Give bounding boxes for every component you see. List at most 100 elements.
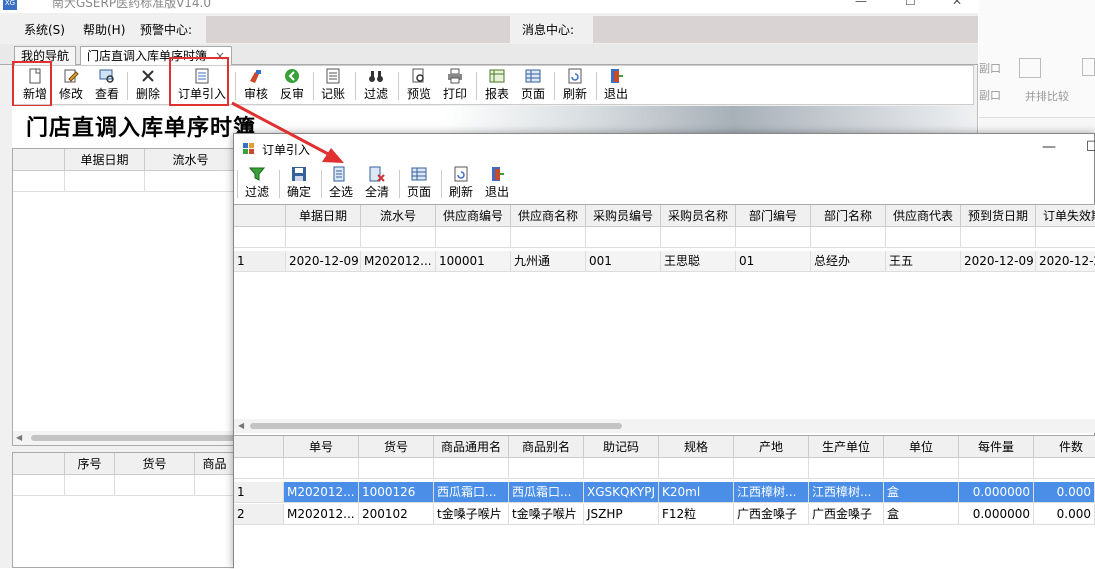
- filter-cell[interactable]: [884, 458, 959, 479]
- grid-header[interactable]: 序号: [65, 453, 115, 475]
- filter-cell[interactable]: [736, 227, 811, 248]
- filter-cell[interactable]: [959, 458, 1034, 479]
- preview-button[interactable]: 预览: [405, 68, 433, 104]
- filter-cell[interactable]: [234, 227, 286, 248]
- message-center-box[interactable]: [593, 16, 978, 43]
- filter-cell[interactable]: [809, 458, 884, 479]
- edit-button[interactable]: 修改: [57, 68, 85, 104]
- filter-cell[interactable]: [584, 458, 659, 479]
- filter-cell[interactable]: [65, 475, 115, 496]
- filter-cell[interactable]: [886, 227, 961, 248]
- grid-header[interactable]: 单据日期: [65, 149, 145, 171]
- grid-header[interactable]: 采购员编号: [586, 205, 661, 227]
- dialog-filter-button[interactable]: 过滤: [243, 166, 271, 202]
- grid-header[interactable]: 流水号: [145, 149, 233, 171]
- filter-cell[interactable]: [1036, 227, 1095, 248]
- filter-cell[interactable]: [661, 227, 736, 248]
- view-button[interactable]: 查看: [93, 68, 121, 104]
- filter-cell[interactable]: [811, 227, 886, 248]
- filter-cell[interactable]: [509, 458, 584, 479]
- scrollbar-thumb[interactable]: [31, 435, 233, 441]
- ribbon-icon[interactable]: [1082, 58, 1095, 76]
- horizontal-scrollbar[interactable]: ◀: [13, 431, 233, 445]
- filter-cell[interactable]: [961, 227, 1036, 248]
- dialog-maximize-icon[interactable]: ☐: [1086, 139, 1095, 155]
- grid-header[interactable]: 货号: [359, 436, 434, 458]
- grid-header[interactable]: 部门名称: [811, 205, 886, 227]
- menu-system[interactable]: 系统(S): [24, 21, 65, 38]
- page-button[interactable]: 页面: [519, 68, 547, 104]
- refresh-button[interactable]: 刷新: [561, 68, 589, 104]
- filter-cell[interactable]: [734, 458, 809, 479]
- main-grid-top[interactable]: 单据日期 流水号 ◀: [12, 148, 234, 446]
- filter-cell[interactable]: [434, 458, 509, 479]
- grid-header[interactable]: 订单失效期: [1036, 205, 1095, 227]
- side-by-side-label[interactable]: 并排比较: [1025, 88, 1069, 104]
- print-button[interactable]: 打印: [441, 68, 469, 104]
- grid-header[interactable]: 商品: [195, 453, 233, 475]
- filter-cell[interactable]: [195, 475, 233, 496]
- dialog-clear-all-button[interactable]: 全清: [363, 166, 391, 202]
- side-by-side-icon[interactable]: [1019, 58, 1041, 78]
- filter-cell[interactable]: [286, 227, 361, 248]
- dialog-confirm-button[interactable]: 确定: [285, 166, 313, 202]
- filter-cell[interactable]: [65, 171, 145, 192]
- close-icon[interactable]: ✕: [952, 0, 962, 8]
- grid-header[interactable]: 供应商名称: [511, 205, 586, 227]
- grid-header[interactable]: 每件量: [959, 436, 1034, 458]
- grid-header[interactable]: 件数: [1034, 436, 1095, 458]
- post-button[interactable]: 记账: [319, 68, 347, 104]
- grid-header[interactable]: 单位: [884, 436, 959, 458]
- grid-header[interactable]: 供应商编号: [436, 205, 511, 227]
- filter-cell[interactable]: [359, 458, 434, 479]
- warning-center-box[interactable]: [206, 16, 510, 43]
- order-detail-grid[interactable]: 单号 货号 商品通用名 商品别名 助记码 规格 产地 生产单位 单位 每件量 件…: [234, 435, 1095, 569]
- grid-header[interactable]: 单号: [284, 436, 359, 458]
- grid-header[interactable]: 部门编号: [736, 205, 811, 227]
- grid-header[interactable]: 预到货日期: [961, 205, 1036, 227]
- grid-header[interactable]: 规格: [659, 436, 734, 458]
- grid-header[interactable]: 商品通用名: [434, 436, 509, 458]
- scroll-left-icon[interactable]: ◀: [16, 431, 22, 445]
- filter-cell[interactable]: [436, 227, 511, 248]
- horizontal-scrollbar[interactable]: ◀: [234, 419, 1095, 433]
- delete-button[interactable]: 删除: [134, 68, 162, 104]
- maximize-icon[interactable]: ☐: [905, 0, 916, 8]
- dialog-exit-button[interactable]: 退出: [483, 166, 511, 202]
- grid-header[interactable]: 货号: [115, 453, 195, 475]
- menu-help[interactable]: 帮助(H): [83, 21, 125, 38]
- filter-cell[interactable]: [1034, 458, 1095, 479]
- grid-header[interactable]: 采购员名称: [661, 205, 736, 227]
- dialog-refresh-button[interactable]: 刷新: [447, 166, 475, 202]
- grid-header[interactable]: 生产单位: [809, 436, 884, 458]
- main-grid-bottom[interactable]: 序号 货号 商品: [12, 452, 234, 568]
- order-header-grid[interactable]: 单据日期 流水号 供应商编号 供应商名称 采购员编号 采购员名称 部门编号 部门…: [234, 204, 1095, 424]
- grid-header[interactable]: 商品别名: [509, 436, 584, 458]
- dialog-select-all-button[interactable]: 全选: [327, 166, 355, 202]
- grid-header[interactable]: 单据日期: [286, 205, 361, 227]
- minimize-icon[interactable]: —: [855, 0, 867, 8]
- filter-button[interactable]: 过滤: [362, 68, 390, 104]
- grid-header[interactable]: 流水号: [361, 205, 436, 227]
- filter-cell[interactable]: [511, 227, 586, 248]
- grid-header[interactable]: 供应商代表: [886, 205, 961, 227]
- filter-cell[interactable]: [586, 227, 661, 248]
- filter-cell[interactable]: [13, 475, 65, 496]
- dialog-minimize-icon[interactable]: —: [1042, 139, 1056, 155]
- grid-header[interactable]: 助记码: [584, 436, 659, 458]
- filter-cell[interactable]: [13, 171, 65, 192]
- filter-cell[interactable]: [145, 171, 233, 192]
- scroll-left-icon[interactable]: ◀: [238, 419, 244, 433]
- report-button[interactable]: 报表: [483, 68, 511, 104]
- filter-cell[interactable]: [284, 458, 359, 479]
- scrollbar-thumb[interactable]: [250, 423, 622, 429]
- filter-cell[interactable]: [234, 458, 284, 479]
- audit-button[interactable]: 审核: [242, 68, 270, 104]
- filter-cell[interactable]: [361, 227, 436, 248]
- dialog-page-button[interactable]: 页面: [405, 166, 433, 202]
- filter-cell[interactable]: [115, 475, 195, 496]
- unaudit-button[interactable]: 反审: [278, 68, 306, 104]
- exit-button[interactable]: 退出: [602, 68, 630, 104]
- grid-header[interactable]: 产地: [734, 436, 809, 458]
- filter-cell[interactable]: [659, 458, 734, 479]
